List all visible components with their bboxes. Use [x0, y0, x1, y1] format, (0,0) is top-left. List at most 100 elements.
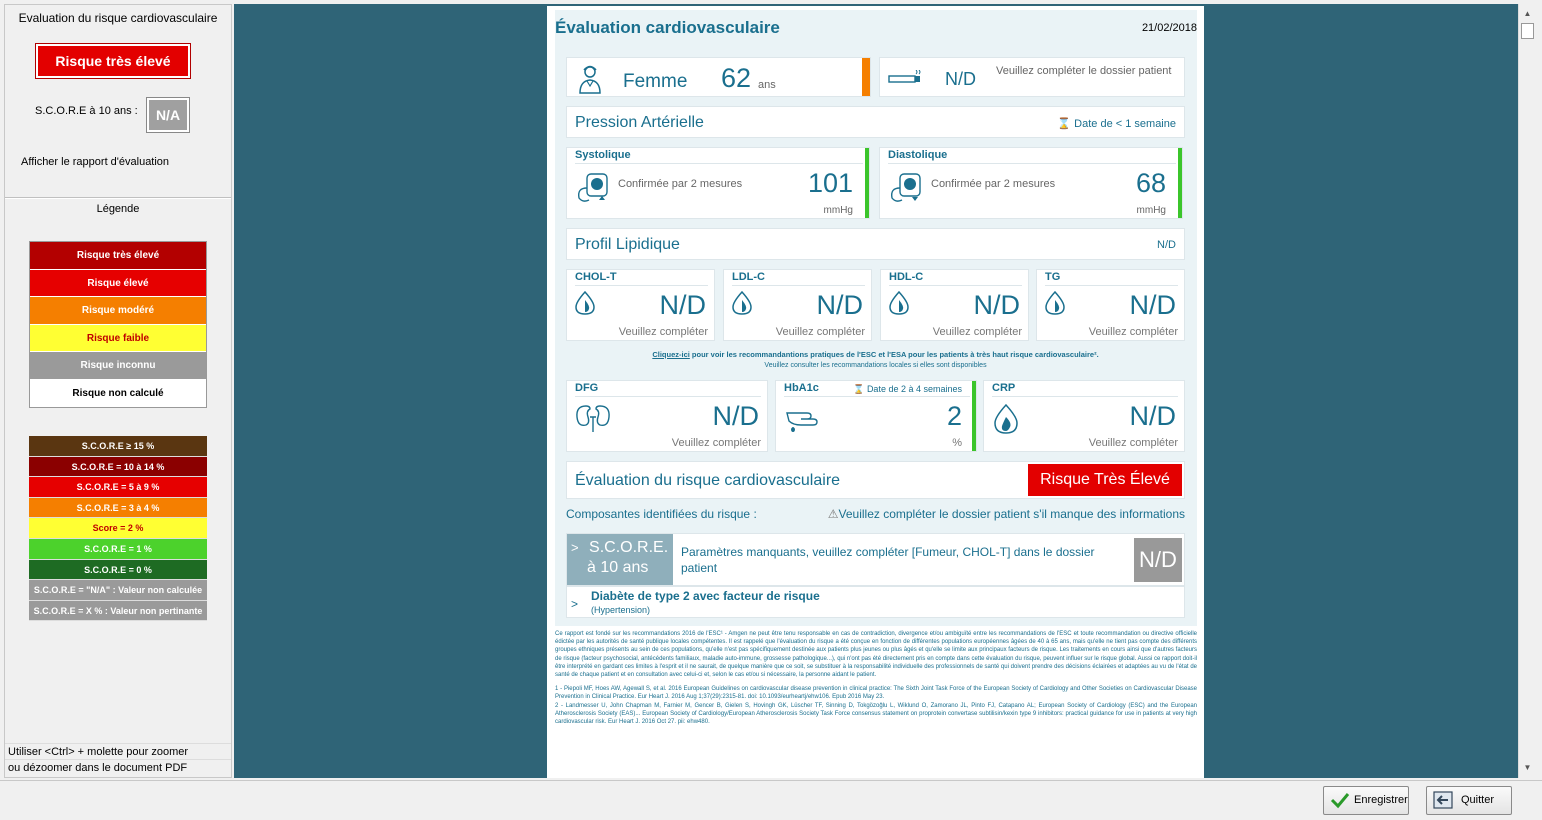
crp-value: N/D	[1129, 401, 1177, 431]
quit-button[interactable]: Quitter	[1426, 786, 1512, 815]
score-tag-line1: S.C.O.R.E.	[589, 539, 669, 556]
chevron-right-icon: >	[571, 597, 579, 611]
systolic-unit: mmHg	[823, 205, 853, 216]
score-legend: S.C.O.R.E ≥ 15 % S.C.O.R.E = 10 à 14 % S.C…	[29, 436, 207, 622]
diastolic-unit: mmHg	[1136, 205, 1166, 216]
scroll-up-icon[interactable]: ▲	[1519, 6, 1536, 22]
diastolic-card: Diastolique Confirmée par 2 mesures 68 m…	[879, 147, 1183, 219]
lipid-section-title: Profil Lipidique	[575, 236, 680, 253]
bp-section-header: Pression Artérielle ⌛ Date de < 1 semain…	[566, 106, 1185, 138]
finger-drop-icon	[783, 403, 823, 440]
crp-label: CRP	[992, 382, 1178, 397]
lipid-message: Veuillez compléter	[775, 326, 865, 338]
lipid-label: CHOL-T	[575, 271, 708, 286]
scroll-thumb[interactable]	[1521, 23, 1534, 39]
hba1c-card: HbA1c ⌛ Date de 2 à 4 semaines 2 %	[775, 380, 977, 452]
dfg-card: DFG N/D Veuillez compléter	[566, 380, 768, 452]
cigarette-icon	[888, 69, 922, 89]
pdf-viewer[interactable]: Évaluation cardiovasculaire 21/02/2018 F…	[234, 4, 1518, 778]
bp-date-note: ⌛ Date de < 1 semaine	[1057, 117, 1176, 130]
lipid-status: N/D	[1157, 239, 1176, 251]
diabetes-subtitle: (Hypertension)	[591, 605, 651, 615]
divider	[5, 197, 231, 199]
score-label: S.C.O.R.E à 10 ans :	[35, 105, 138, 117]
risk-level-badge: Risque très élevé	[35, 43, 191, 79]
vertical-scrollbar[interactable]: ▲ ▼	[1518, 4, 1536, 778]
components-warning: ⚠Veuillez compléter le dossier patient s…	[828, 507, 1185, 521]
legend-item: Risque modéré	[30, 297, 206, 325]
diastolic-label: Diastolique	[888, 149, 1176, 164]
legend-item: Risque très élevé	[30, 242, 206, 270]
pdf-page: Évaluation cardiovasculaire 21/02/2018 F…	[547, 6, 1204, 778]
reference-2: 2 - Landmesser U, John Chapman M, Farnie…	[555, 702, 1197, 726]
hba1c-value: 2	[946, 401, 962, 431]
legend-item: Risque faible	[30, 324, 206, 352]
patient-sex: Femme	[623, 71, 688, 92]
score-legend-item: S.C.O.R.E = X % : Valeur non pertinante	[29, 600, 207, 622]
save-button[interactable]: Enregistrer	[1323, 786, 1409, 815]
report-title: Évaluation cardiovasculaire	[555, 18, 780, 37]
show-report-link[interactable]: Afficher le rapport d'évaluation	[21, 156, 169, 168]
drop-icon	[888, 290, 910, 321]
evaluation-risk-badge: Risque Très Élevé	[1028, 464, 1182, 496]
zoom-hint: Utiliser <Ctrl> + molette pour zoomer ou…	[5, 743, 231, 775]
lipid-card: TG N/D Veuillez compléter	[1036, 269, 1185, 341]
smoker-card: N/D Veuillez compléter le dossier patien…	[879, 57, 1185, 97]
quit-label: Quitter	[1461, 794, 1495, 806]
legend-item: Risque élevé	[30, 269, 206, 297]
diabetes-title: Diabète de type 2 avec facteur de risque	[591, 589, 820, 603]
lipid-message: Veuillez compléter	[618, 326, 708, 338]
recommendation-text: pour voir les recommandantions pratiques…	[689, 350, 1099, 359]
risk-components: Composantes identifiées du risque : ⚠Veu…	[566, 507, 1185, 521]
lipid-value: N/D	[973, 290, 1021, 320]
drop-icon	[731, 290, 753, 321]
evaluation-header: Évaluation du risque cardiovasculaire Ri…	[566, 461, 1185, 499]
lipid-card: CHOL-T N/D Veuillez compléter	[566, 269, 715, 341]
lipid-value: N/D	[816, 290, 864, 320]
score-value: N/D	[1134, 538, 1182, 582]
hba1c-date-note: ⌛ Date de 2 à 4 semaines	[853, 384, 962, 395]
score-legend-item: S.C.O.R.E = 10 à 14 %	[29, 456, 207, 478]
systolic-card: Systolique Confirmée par 2 mesures 101 m…	[566, 147, 870, 219]
smoker-message: Veuillez compléter le dossier patient	[996, 65, 1172, 77]
evaluation-title: Évaluation du risque cardiovasculaire	[575, 472, 841, 489]
score-tag: > S.C.O.R.E. à 10 ans	[567, 534, 673, 585]
hba1c-unit: %	[952, 437, 962, 449]
checkmark-icon	[1330, 791, 1350, 820]
age-risk-indicator	[862, 58, 870, 96]
bp-monitor-up-icon	[575, 170, 609, 209]
hourglass-icon: ⌛	[853, 384, 865, 394]
patient-card: Femme 62 ans	[566, 57, 871, 97]
recommendation-note: Cliquez-ici pour voir les recommandantio…	[566, 350, 1185, 371]
hba1c-date-text: Date de 2 à 4 semaines	[866, 384, 962, 394]
drop-icon	[574, 290, 596, 321]
systolic-confirmation: Confirmée par 2 mesures	[618, 178, 743, 190]
lipid-message: Veuillez compléter	[1088, 326, 1178, 338]
components-warning-text: Veuillez compléter le dossier patient s'…	[838, 507, 1185, 521]
recommendation-link[interactable]: Cliquez-ici	[652, 350, 690, 359]
report-date: 21/02/2018	[1141, 22, 1197, 34]
disclaimer-paragraph: Ce rapport est fondé sur les recommandat…	[555, 631, 1197, 679]
warning-icon: ⚠	[827, 507, 839, 521]
patient-age: 62	[721, 63, 752, 93]
app-window: Evaluation du risque cardiovasculaire Ri…	[0, 0, 1542, 820]
score-tag-line2: à 10 ans	[587, 559, 649, 576]
diabetes-row[interactable]: > Diabète de type 2 avec facteur de risq…	[566, 586, 1185, 618]
score-message: Paramètres manquants, veuillez compléter…	[681, 545, 1095, 575]
bottom-bar: Enregistrer Quitter	[0, 780, 1542, 820]
components-label: Composantes identifiées du risque :	[566, 507, 757, 521]
score-value-badge: N/A	[146, 97, 190, 133]
disclaimer: Ce rapport est fondé sur les recommandat…	[555, 630, 1197, 732]
score-row[interactable]: > S.C.O.R.E. à 10 ans Paramètres manquan…	[566, 533, 1185, 586]
lipid-value: N/D	[1129, 290, 1177, 320]
legend-item: Risque non calculé	[30, 379, 206, 407]
panel-title: Evaluation du risque cardiovasculaire	[18, 11, 218, 25]
legend-title: Légende	[96, 203, 140, 215]
report-body: Évaluation cardiovasculaire 21/02/2018 F…	[555, 10, 1197, 626]
score-legend-item: S.C.O.R.E = 3 à 4 %	[29, 497, 207, 519]
drop-icon	[1044, 290, 1066, 321]
dfg-label: DFG	[575, 382, 761, 397]
flame-drop-icon	[991, 403, 1021, 440]
diastolic-status-bar	[1178, 148, 1182, 218]
scroll-down-icon[interactable]: ▼	[1519, 760, 1536, 776]
